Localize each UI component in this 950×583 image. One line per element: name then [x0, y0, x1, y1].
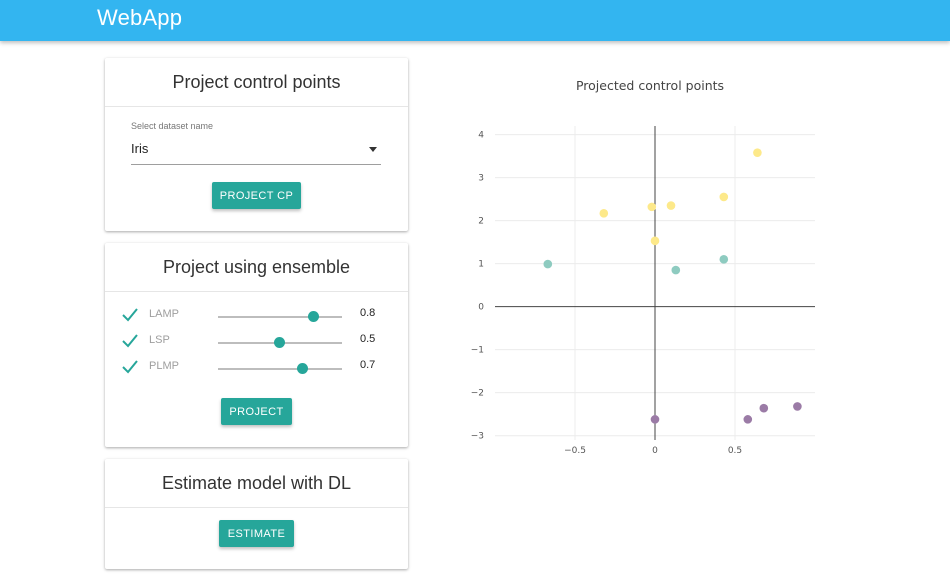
scatter-point[interactable]	[671, 265, 681, 275]
weight-slider-thumb[interactable]	[296, 363, 308, 374]
app-bar: WebApp	[0, 0, 950, 41]
y-tick-label: 0	[478, 303, 484, 313]
scatter-point[interactable]	[759, 403, 769, 413]
y-tick-label: −2	[471, 389, 484, 399]
x-tick-label: 0	[652, 446, 658, 456]
project-button[interactable]: PROJECT	[221, 398, 292, 425]
chart-title: Projected control points	[576, 78, 724, 93]
scatter-point[interactable]	[647, 202, 657, 212]
caret-down-icon	[369, 147, 377, 152]
project-cp-button[interactable]: PROJECT CP	[212, 182, 301, 209]
y-tick-label: −1	[471, 346, 484, 356]
ensemble-card: Project using ensemble LAMP 0.8 LSP 0.5 PLMP…	[105, 243, 408, 447]
scatter-point[interactable]	[650, 415, 660, 424]
ensemble-label: LSP	[149, 334, 170, 346]
checkmark-icon[interactable]	[122, 307, 138, 323]
ensemble-row-lsp: LSP 0.5	[105, 331, 408, 353]
weight-value: 0.8	[360, 307, 376, 319]
y-tick-label: −3	[471, 432, 484, 442]
weight-value: 0.7	[360, 359, 376, 371]
x-tick-label: −0.5	[564, 446, 586, 456]
y-tick-label: 1	[478, 260, 484, 270]
weight-slider-thumb[interactable]	[308, 311, 320, 322]
y-tick-label: 4	[478, 131, 484, 141]
weight-slider-track[interactable]	[218, 311, 342, 322]
weight-slider-track[interactable]	[218, 363, 342, 374]
ensemble-row-lamp: LAMP 0.8	[105, 305, 408, 327]
ensemble-row-plmp: PLMP 0.7	[105, 357, 408, 379]
y-tick-label: 3	[478, 174, 484, 184]
dataset-select-value: Iris	[131, 141, 149, 156]
ensemble-label: LAMP	[149, 308, 179, 320]
app-title: WebApp	[97, 5, 183, 30]
scatter-point[interactable]	[650, 236, 660, 246]
ensemble-label: PLMP	[149, 360, 179, 372]
dataset-select-label: Select dataset name	[131, 121, 214, 131]
scatter-point[interactable]	[719, 192, 729, 202]
scatter-point[interactable]	[753, 148, 762, 157]
scatter-point[interactable]	[719, 255, 729, 264]
weight-slider-thumb[interactable]	[273, 337, 285, 348]
x-tick-label: 0.5	[728, 446, 742, 456]
scatter-point[interactable]	[599, 209, 609, 218]
dl-title: Estimate model with DL	[105, 459, 408, 508]
scatter-point[interactable]	[666, 201, 676, 210]
projection-chart: Projected control points −0.5 0 0.5 4 3 2 1 0 −1…	[471, 78, 815, 456]
project-cp-card: Project control points Select dataset na…	[105, 58, 408, 231]
y-tick-label: 2	[478, 217, 484, 227]
checkmark-icon[interactable]	[122, 359, 138, 375]
dataset-select[interactable]: Iris	[131, 138, 381, 165]
project-cp-title: Project control points	[105, 58, 408, 107]
weight-value: 0.5	[360, 333, 376, 345]
scatter-point[interactable]	[793, 402, 802, 411]
weight-slider-track[interactable]	[218, 337, 342, 348]
checkmark-icon[interactable]	[122, 333, 138, 349]
scatter-point[interactable]	[543, 259, 553, 269]
dl-card: Estimate model with DL ESTIMATE	[105, 459, 408, 569]
estimate-button[interactable]: ESTIMATE	[219, 520, 294, 547]
scatter-point[interactable]	[743, 415, 753, 424]
ensemble-title: Project using ensemble	[105, 243, 408, 292]
